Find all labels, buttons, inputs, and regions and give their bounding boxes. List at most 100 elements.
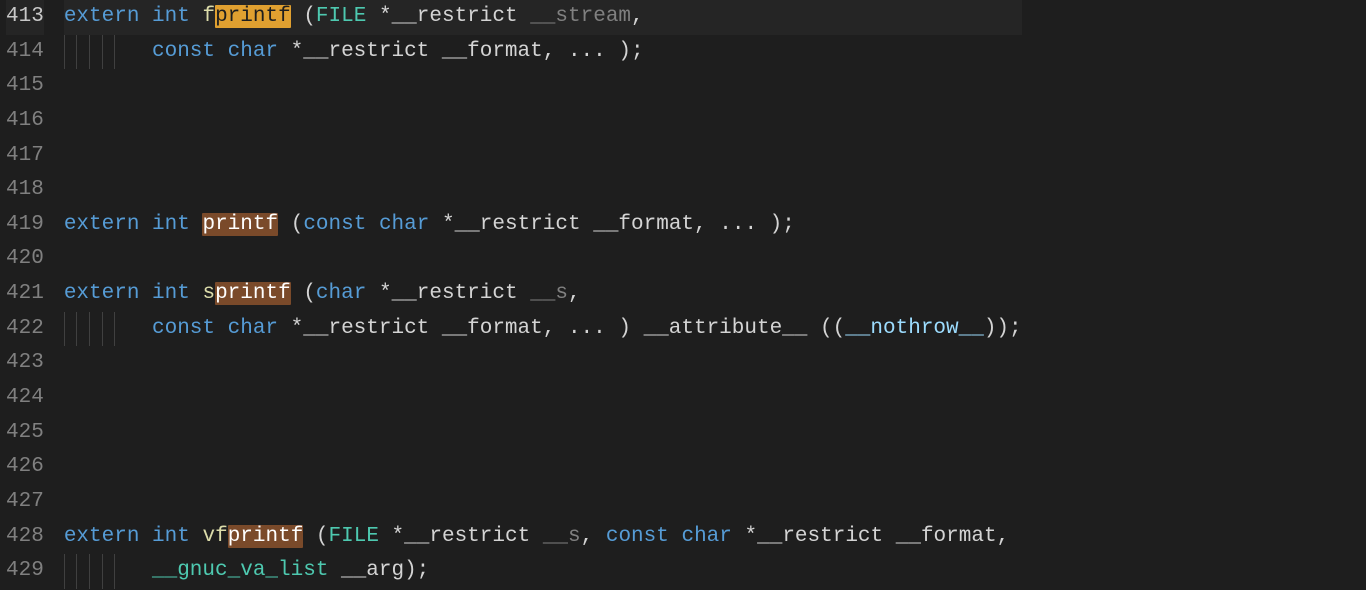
token [366,213,379,236]
token: * [278,40,303,63]
token: , ... ); [543,40,644,63]
token-id: __format [593,213,694,236]
token-kw: int [152,5,190,28]
code-line[interactable] [64,104,1022,139]
code-line[interactable]: const char *__restrict __format, ... ) _… [64,312,1022,347]
token-param: __s [543,525,581,548]
token: * [366,5,391,28]
token-id: __arg [341,559,404,582]
line-number: 418 [6,173,44,208]
token [190,213,203,236]
token [139,282,152,305]
token-id: __attribute__ [644,317,808,340]
token-kw: extern [64,282,140,305]
line-number: 428 [6,520,44,555]
token: , [631,5,644,28]
token-kw: int [152,213,190,236]
code-line[interactable] [64,381,1022,416]
code-line[interactable] [64,485,1022,520]
token-paren: ( [303,282,316,305]
token [291,282,304,305]
token [581,213,594,236]
code-line[interactable] [64,139,1022,174]
token-type: FILE [316,5,366,28]
token-paren: ( [303,5,316,28]
token: * [732,525,757,548]
token: , [581,525,606,548]
token [429,317,442,340]
line-number: 417 [6,139,44,174]
code-line[interactable] [64,346,1022,381]
line-number: 413 [6,0,44,35]
token: , ... ) [543,317,644,340]
token [215,317,228,340]
line-number: 414 [6,35,44,70]
code-line[interactable]: extern int printf (const char *__restric… [64,208,1022,243]
line-number: 422 [6,312,44,347]
token [190,525,203,548]
token: )); [984,317,1022,340]
token-id: __restrict [757,525,883,548]
token [278,213,291,236]
token [518,282,531,305]
line-number: 421 [6,277,44,312]
token [328,559,341,582]
line-number: 424 [6,381,44,416]
token-kw: const [152,40,215,63]
token-kw: char [228,317,278,340]
token [669,525,682,548]
token-fn: s [202,282,215,305]
code-line[interactable] [64,450,1022,485]
token-id: __restrict [392,5,518,28]
token-paren: ( [291,213,304,236]
code-line[interactable]: extern int fprintf (FILE *__restrict __s… [64,0,1022,35]
code-line[interactable]: extern int sprintf (char *__restrict __s… [64,277,1022,312]
token-id: __restrict [455,213,581,236]
token-param: __s [530,282,568,305]
code-line[interactable]: extern int vfprintf (FILE *__restrict __… [64,520,1022,555]
token [139,213,152,236]
token [429,40,442,63]
token-kw: char [681,525,731,548]
code-line[interactable] [64,242,1022,277]
token-id: __format [442,40,543,63]
code-line[interactable]: const char *__restrict __format, ... ); [64,35,1022,70]
token [139,5,152,28]
token-kw: char [379,213,429,236]
code-editor[interactable]: 4134144154164174184194204214224234244254… [0,0,1366,590]
token-id: __restrict [404,525,530,548]
search-match: printf [215,5,291,28]
token-id: __format [896,525,997,548]
code-line[interactable] [64,173,1022,208]
code-line[interactable] [64,416,1022,451]
line-number-gutter: 4134144154164174184194204214224234244254… [0,0,58,590]
search-match: printf [215,282,291,305]
token: , [997,525,1010,548]
token-fn: f [202,5,215,28]
token-type: __gnuc_va_list [152,559,328,582]
token [530,525,543,548]
code-line[interactable] [64,69,1022,104]
token-param: __stream [530,5,631,28]
token: (( [807,317,845,340]
code-line[interactable]: __gnuc_va_list __arg); [64,554,1022,589]
token: ); [404,559,429,582]
token [291,5,304,28]
line-number: 415 [6,69,44,104]
token: * [366,282,391,305]
line-number: 419 [6,208,44,243]
token-kw: const [606,525,669,548]
token-type: FILE [329,525,379,548]
token-kw: extern [64,525,140,548]
search-match: printf [202,213,278,236]
line-number: 420 [6,242,44,277]
token-kw: int [152,525,190,548]
token: * [278,317,303,340]
token-kw: extern [64,5,140,28]
token-paren: ( [316,525,329,548]
line-number: 423 [6,346,44,381]
token-id: __restrict [303,317,429,340]
token: , [568,282,581,305]
code-area[interactable]: extern int fprintf (FILE *__restrict __s… [58,0,1022,590]
token: * [379,525,404,548]
